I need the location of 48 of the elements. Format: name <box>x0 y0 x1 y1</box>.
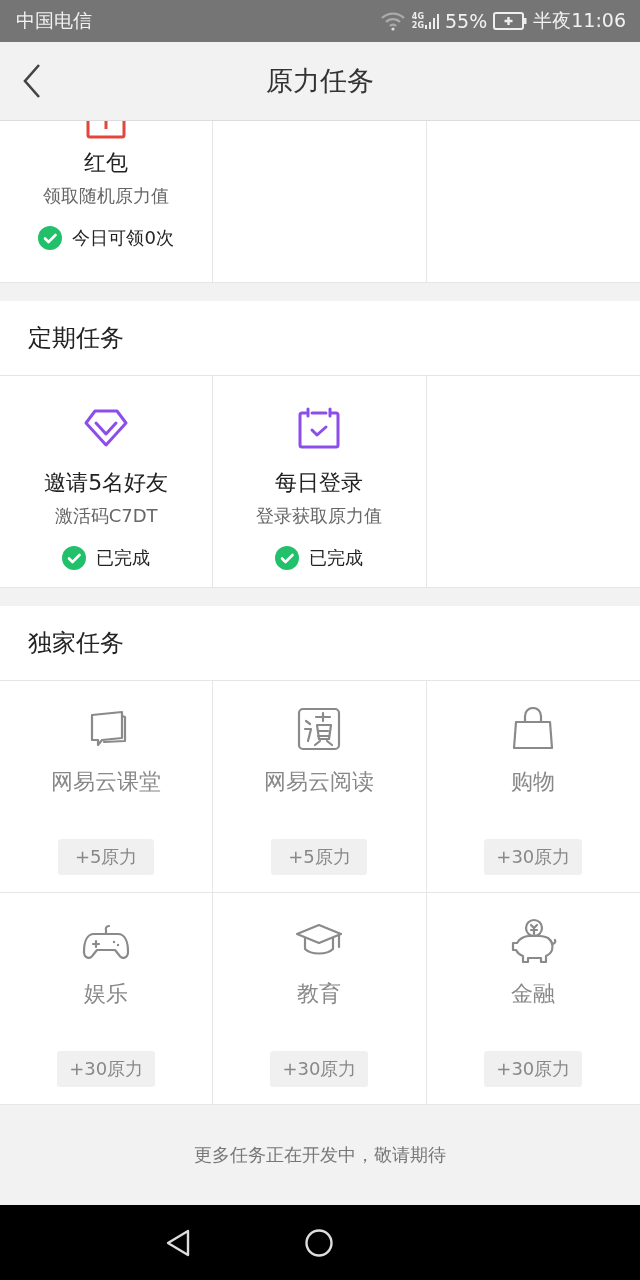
task-card[interactable]: 娱乐 +30原力 <box>0 893 214 1105</box>
battery-icon <box>493 12 528 30</box>
reward-badge: +30原力 <box>484 839 583 875</box>
footer-note: 更多任务正在开发中，敬请期待 <box>193 1143 447 1167</box>
status-text: 已完成 <box>96 546 151 570</box>
framed-brush-icon <box>297 707 342 751</box>
task-card[interactable]: 购物 +30原力 <box>426 681 640 893</box>
reward-badge: +30原力 <box>57 1051 156 1087</box>
clock: 半夜11:06 <box>533 8 626 33</box>
reward-badge: +30原力 <box>484 1051 583 1087</box>
task-name: 购物 <box>511 768 556 796</box>
reward-badge: +30原力 <box>270 1051 369 1087</box>
task-name: 邀请5名好友 <box>44 469 169 497</box>
task-card[interactable]: 邀请5名好友 激活码C7DT 已完成 <box>0 376 214 588</box>
carrier-name: 中国电信 <box>16 8 92 33</box>
home-circle-icon[interactable] <box>304 1227 334 1258</box>
task-card[interactable]: 金融 +30原力 <box>426 893 640 1105</box>
signal-icon <box>425 11 439 31</box>
calendar-check-icon <box>296 406 343 450</box>
reward-badge: +5原力 <box>58 839 155 875</box>
task-description: 领取随机原力值 <box>43 184 170 208</box>
page-title: 原力任务 <box>266 64 374 98</box>
task-card[interactable]: 网易云阅读 +5原力 <box>213 681 427 893</box>
network-label: 4G <box>411 12 424 21</box>
wifi-icon <box>379 11 406 31</box>
task-name: 每日登录 <box>275 469 364 497</box>
task-name: 金融 <box>511 980 556 1008</box>
reward-badge: +5原力 <box>271 839 368 875</box>
task-name: 教育 <box>297 980 342 1008</box>
diamond-icon <box>83 408 130 448</box>
task-name: 红包 <box>84 149 129 177</box>
shopping-bag-icon <box>511 707 556 751</box>
task-card[interactable]: 教育 +30原力 <box>213 893 427 1105</box>
network-label: 2G <box>411 21 424 30</box>
status-text: 今日可领0次 <box>72 226 174 250</box>
task-name: 网易云课堂 <box>51 768 162 796</box>
task-description: 激活码C7DT <box>54 504 158 528</box>
task-card[interactable]: 网易云课堂 +5原力 <box>0 681 214 893</box>
status-text: 已完成 <box>309 546 364 570</box>
battery-percent: 55% <box>445 10 488 32</box>
task-name: 娱乐 <box>84 980 129 1008</box>
task-description: 登录获取原力值 <box>256 504 383 528</box>
section-title: 定期任务 <box>28 323 124 354</box>
back-icon[interactable] <box>22 63 42 99</box>
task-card[interactable]: 每日登录 登录获取原力值 已完成 <box>213 376 427 588</box>
back-triangle-icon[interactable] <box>164 1227 192 1258</box>
section-title: 独家任务 <box>28 628 124 659</box>
task-name: 网易云阅读 <box>264 768 375 796</box>
